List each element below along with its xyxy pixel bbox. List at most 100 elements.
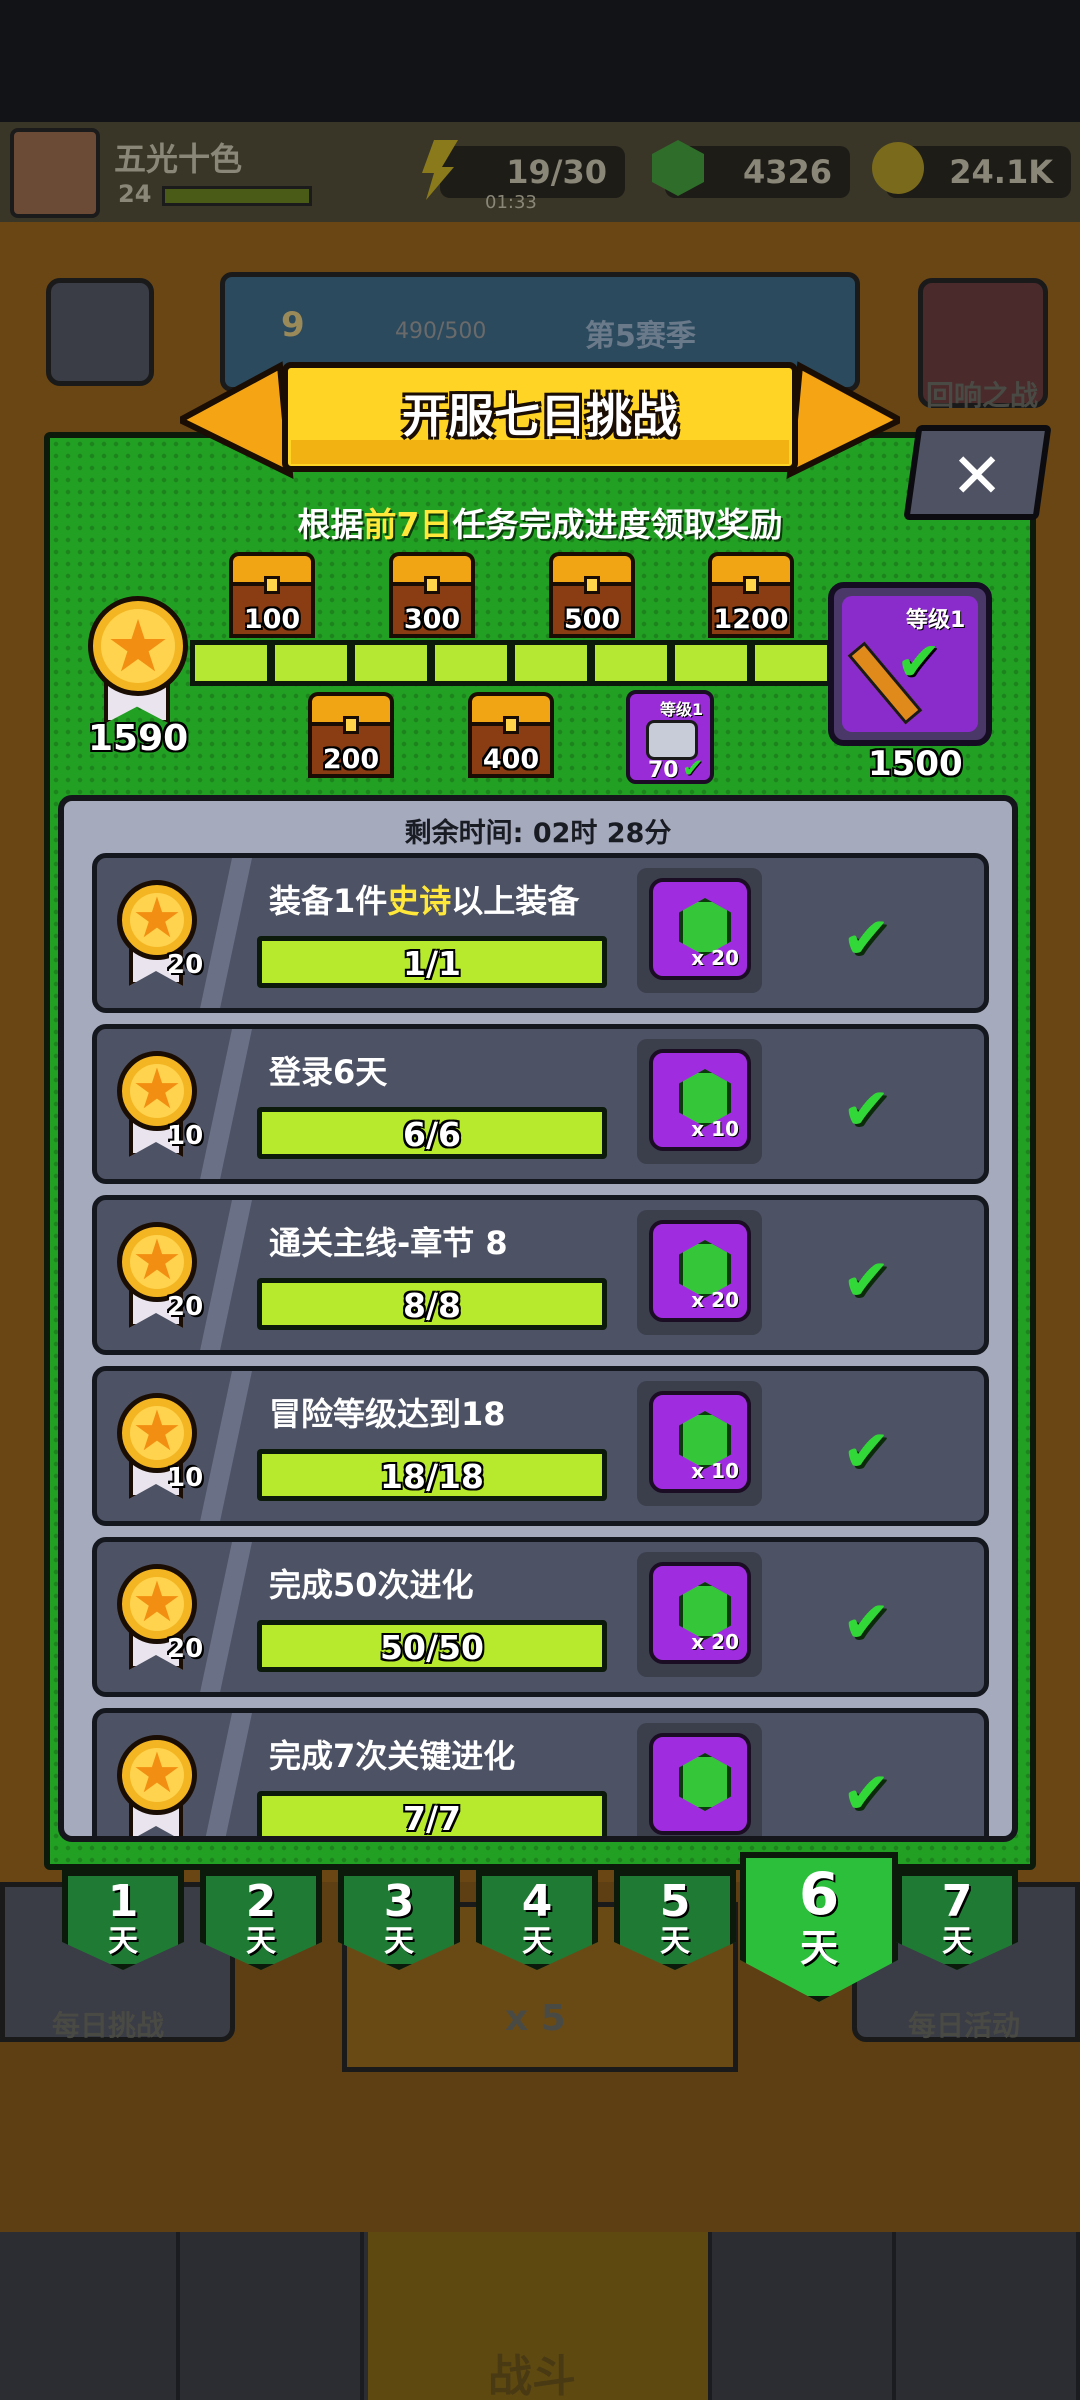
day-number: 5 <box>659 1876 691 1927</box>
star-icon: ★ <box>131 1570 183 1635</box>
avatar[interactable] <box>10 128 100 218</box>
task-points: 20 <box>167 1634 204 1664</box>
check-icon: ✔ <box>842 1417 891 1485</box>
gem-reward-frame <box>649 1733 751 1835</box>
energy-counter[interactable]: 19/30 <box>440 146 625 198</box>
reward-quantity: x 20 <box>691 1630 739 1654</box>
season-level: 9 <box>281 305 305 345</box>
bottom-nav: 战斗 <box>0 2232 1080 2400</box>
check-icon: ✔ <box>842 904 891 972</box>
task-name: 冒险等级达到18 <box>269 1389 506 1435</box>
task-reward[interactable]: x 10 <box>637 1039 762 1164</box>
task-reward[interactable]: x 10 <box>637 1381 762 1506</box>
day-unit: 天 <box>942 1924 972 1959</box>
modal-subtitle: 根据前7日任务完成进度领取奖励 <box>0 498 1080 546</box>
day-number: 3 <box>383 1876 415 1927</box>
task-name: 完成7次关键进化 <box>269 1731 515 1777</box>
daily-activity-label: 每日活动 <box>908 2009 1021 2042</box>
gold-value: 24.1K <box>949 153 1053 191</box>
task-progress-text: 1/1 <box>403 944 461 983</box>
check-icon: ✔ <box>842 1759 891 1827</box>
progress-segment <box>435 645 511 681</box>
task-card[interactable]: ★ 20 通关主线-章节 8 8/8 x 20 ✔ <box>92 1195 989 1355</box>
subtitle-post: 任务完成进度领取奖励 <box>452 505 783 544</box>
season-label: 第5赛季 <box>585 319 696 354</box>
check-icon: ✔ <box>842 1588 891 1656</box>
task-card[interactable]: ★ 10 冒险等级达到18 18/18 x 10 ✔ <box>92 1366 989 1526</box>
task-reward[interactable]: x 20 <box>637 868 762 993</box>
task-progress-bar: 6/6 <box>257 1107 607 1159</box>
task-name-pre: 通关主线-章节 8 <box>269 1224 508 1262</box>
star-icon: ★ <box>131 1057 183 1122</box>
milestone-200: 200 <box>322 744 380 775</box>
energy-cost: x 5 <box>505 1998 566 2039</box>
task-card[interactable]: ★ 20 完成50次进化 50/50 x 20 ✔ <box>92 1537 989 1697</box>
chest-icon[interactable]: 1200 <box>708 552 794 638</box>
nav-more-tab[interactable] <box>900 2232 1080 2400</box>
task-progress-bar: 50/50 <box>257 1620 607 1672</box>
points-total: 1590 <box>88 718 189 759</box>
task-progress-bar: 8/8 <box>257 1278 607 1330</box>
chest-icon[interactable]: 400 <box>468 692 554 778</box>
milestone-100: 100 <box>243 604 301 635</box>
day-number: 2 <box>245 1876 277 1927</box>
reward-quantity: x 20 <box>691 1288 739 1312</box>
star-icon: ★ <box>131 1399 183 1464</box>
progress-segment <box>675 645 751 681</box>
final-reward-points: 1500 <box>868 744 963 784</box>
gem-reward-frame: x 20 <box>649 878 751 980</box>
chest-icon[interactable]: 200 <box>308 692 394 778</box>
task-name-highlight: 史诗 <box>387 882 452 920</box>
xp-bar <box>162 186 312 206</box>
points-medal-icon: ★ <box>88 596 198 726</box>
day-unit: 天 <box>799 1926 838 1970</box>
day-unit: 天 <box>522 1924 552 1959</box>
nav-equipment-tab[interactable] <box>184 2232 364 2400</box>
task-panel[interactable]: 剩余时间: 02时 28分 ★ 20 装备1件史诗以上装备 1/1 x 20 ✔ ★ 10 登录… <box>58 795 1018 1842</box>
remaining-time: 剩余时间: 02时 28分 <box>404 818 672 849</box>
status-bar <box>0 0 1080 122</box>
day-unit: 天 <box>246 1924 276 1959</box>
chest-icon[interactable]: 500 <box>549 552 635 638</box>
progress-segment <box>275 645 351 681</box>
milestone-gear-reward[interactable]: 等级1 70 ✔ <box>626 690 714 784</box>
final-weapon-reward[interactable]: 等级1 ✔ <box>828 582 992 746</box>
player-name: 五光十色 <box>114 140 243 178</box>
gem-value: 4326 <box>742 153 832 191</box>
gear-value: 70 <box>648 758 679 783</box>
menu-button[interactable] <box>46 278 154 386</box>
star-icon: ★ <box>131 1741 183 1806</box>
progress-segment <box>595 645 671 681</box>
chest-icon[interactable]: 300 <box>389 552 475 638</box>
task-progress-bar: 7/7 <box>257 1791 607 1838</box>
nav-heroes-tab[interactable] <box>716 2232 896 2400</box>
progress-segment <box>195 645 271 681</box>
player-hud: 五光十色 24 19/30 01:33 4326 24.1K <box>0 122 1080 222</box>
task-card[interactable]: ★ 10 登录6天 6/6 x 10 ✔ <box>92 1024 989 1184</box>
task-name-pre: 冒险等级达到18 <box>269 1395 506 1433</box>
progress-segment <box>355 645 431 681</box>
gem-reward-frame: x 20 <box>649 1562 751 1664</box>
daily-challenge-label: 每日挑战 <box>52 2009 165 2042</box>
day-number: 6 <box>798 1860 840 1928</box>
task-points: 20 <box>167 1292 204 1322</box>
task-progress-text: 7/7 <box>403 1799 461 1838</box>
star-icon: ★ <box>131 1228 183 1293</box>
day-unit: 天 <box>384 1924 414 1959</box>
gear-level-label: 等级1 <box>660 700 704 719</box>
task-name: 装备1件史诗以上装备 <box>269 876 579 922</box>
gem-reward-frame: x 10 <box>649 1049 751 1151</box>
nav-shop-tab[interactable] <box>0 2232 180 2400</box>
chest-icon[interactable]: 100 <box>229 552 315 638</box>
task-points: 10 <box>167 1463 204 1493</box>
task-card[interactable]: ★ 完成7次关键进化 7/7 ✔ <box>92 1708 989 1838</box>
task-progress-text: 6/6 <box>403 1115 461 1154</box>
check-icon: ✔ <box>682 754 704 784</box>
task-reward[interactable]: x 20 <box>637 1552 762 1677</box>
task-reward[interactable] <box>637 1723 762 1836</box>
task-reward[interactable]: x 20 <box>637 1210 762 1335</box>
check-icon: ✔ <box>842 1246 891 1314</box>
subtitle-pre: 根据 <box>297 505 364 544</box>
day-number: 7 <box>941 1876 973 1927</box>
task-card[interactable]: ★ 20 装备1件史诗以上装备 1/1 x 20 ✔ <box>92 853 989 1013</box>
